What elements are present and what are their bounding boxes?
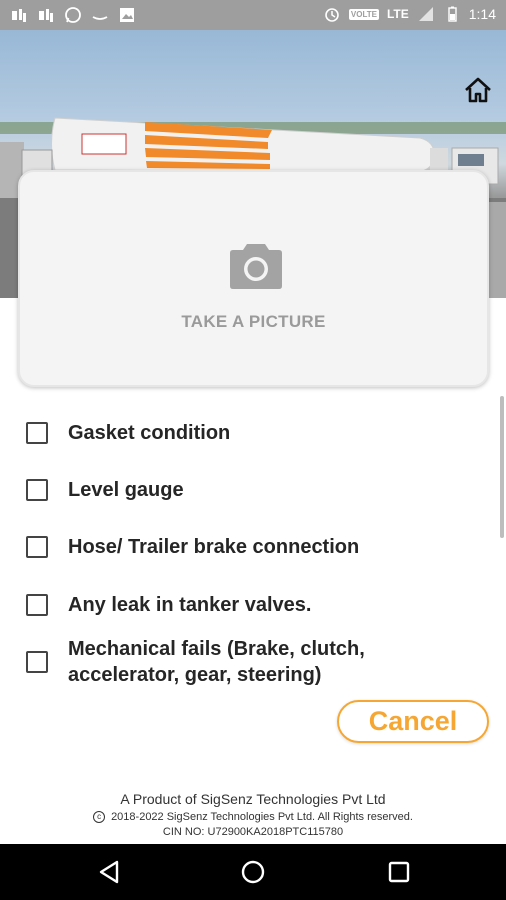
- take-picture-label: TAKE A PICTURE: [181, 312, 326, 331]
- clock: 1:14: [468, 6, 496, 22]
- copyright-icon: c: [93, 811, 106, 824]
- camera-icon: [230, 244, 282, 289]
- checkbox[interactable]: [26, 536, 48, 558]
- checkbox[interactable]: [26, 422, 48, 444]
- dji-icon: [12, 9, 26, 22]
- status-bar: VOLTE LTE 1:14: [0, 0, 506, 30]
- home-nav-icon[interactable]: [239, 858, 267, 886]
- system-status: VOLTE LTE 1:14: [323, 5, 496, 23]
- checklist-label: Hose/ Trailer brake connection: [68, 536, 360, 558]
- home-icon[interactable]: [462, 74, 494, 106]
- footer: A Product of SigSenz Technologies Pvt Lt…: [0, 790, 506, 840]
- dji-icon: [39, 9, 53, 22]
- checklist-label: Any leak in tanker valves.: [68, 594, 312, 616]
- copyright-text: 2018-2022 SigSenz Technologies Pvt Ltd. …: [111, 811, 413, 823]
- recents-icon[interactable]: [385, 858, 413, 886]
- scrollbar[interactable]: [500, 396, 504, 538]
- volte-badge: VOLTE: [348, 8, 379, 20]
- navigation-bar: [0, 844, 506, 900]
- checklist-item-mechanical[interactable]: Mechanical fails (Brake, clutch, acceler…: [26, 636, 446, 688]
- checklist-item-hose-brake[interactable]: Hose/ Trailer brake connection: [26, 534, 359, 560]
- back-icon[interactable]: [95, 858, 123, 886]
- checkbox[interactable]: [26, 479, 48, 501]
- cancel-button[interactable]: Cancel: [337, 700, 489, 743]
- checkbox[interactable]: [26, 651, 48, 673]
- alarm-icon: [325, 8, 339, 22]
- copyright-line: c 2018-2022 SigSenz Technologies Pvt Ltd.…: [0, 810, 506, 825]
- amazon-icon: [92, 16, 108, 20]
- whatsapp-icon: [65, 7, 81, 23]
- checklist-item-level-gauge[interactable]: Level gauge: [26, 477, 184, 503]
- checkbox[interactable]: [26, 594, 48, 616]
- signal-icon: [418, 7, 433, 21]
- image-icon: [120, 8, 134, 22]
- checklist-label: Level gauge: [68, 479, 184, 501]
- cin-number: CIN NO: U72900KA2018PTC115780: [162, 826, 344, 838]
- take-picture-card[interactable]: TAKE A PICTURE: [18, 170, 489, 387]
- network-type: LTE: [386, 7, 409, 21]
- product-credit: A Product of SigSenz Technologies Pvt Lt…: [120, 791, 386, 807]
- checklist-item-gasket[interactable]: Gasket condition: [26, 420, 230, 446]
- checklist-label: Gasket condition: [68, 422, 231, 444]
- battery-icon: [448, 6, 457, 22]
- notification-icons: [10, 6, 136, 24]
- checklist-label: Mechanical fails (Brake, clutch, acceler…: [68, 638, 365, 686]
- checklist-item-valve-leak[interactable]: Any leak in tanker valves.: [26, 592, 311, 618]
